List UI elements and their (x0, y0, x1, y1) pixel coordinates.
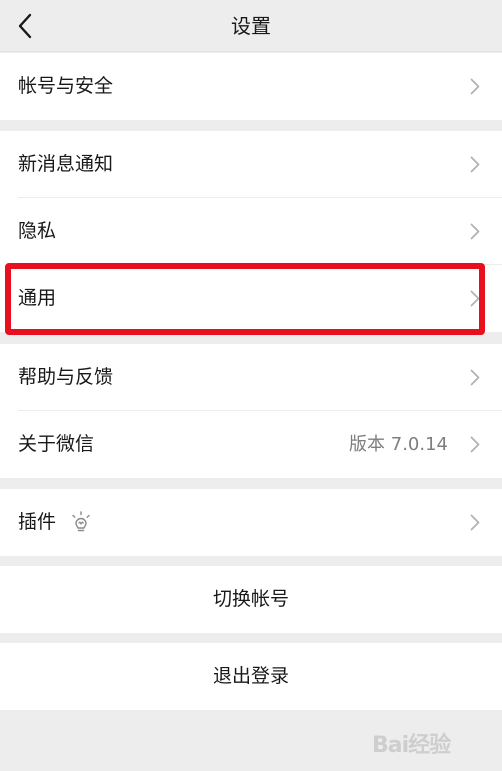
settings-item-label: 插件 (18, 511, 57, 533)
settings-group-help: 帮助与反馈 关于微信 版本 7.0.14 (0, 344, 502, 478)
page-title: 设置 (231, 14, 271, 38)
settings-item-plugins[interactable]: 插件 (0, 489, 502, 556)
settings-item-label: 关于微信 (18, 433, 95, 455)
settings-item-label: 帮助与反馈 (18, 366, 114, 388)
chevron-right-icon (470, 223, 480, 240)
settings-item-general[interactable]: 通用 (0, 265, 502, 332)
settings-item-label: 新消息通知 (18, 153, 114, 175)
logout-button[interactable]: 退出登录 (0, 643, 502, 710)
settings-item-new-message-notification[interactable]: 新消息通知 (0, 131, 502, 198)
settings-item-about-wechat[interactable]: 关于微信 版本 7.0.14 (0, 411, 502, 478)
switch-account-button[interactable]: 切换帐号 (0, 566, 502, 633)
lightbulb-icon (72, 511, 90, 532)
settings-item-account-security[interactable]: 帐号与安全 (0, 53, 502, 120)
chevron-right-icon (470, 514, 480, 531)
settings-item-label: 通用 (18, 287, 57, 309)
settings-item-privacy[interactable]: 隐私 (0, 198, 502, 265)
chevron-right-icon (470, 369, 480, 386)
navigation-bar: 设置 (0, 0, 502, 52)
chevron-right-icon (470, 436, 480, 453)
watermark-logo: Bai经验 (372, 721, 482, 758)
chevron-right-icon (470, 290, 480, 307)
watermark-text: Bai经验 (372, 733, 451, 758)
settings-group-account: 帐号与安全 (0, 53, 502, 120)
chevron-right-icon (470, 78, 480, 95)
settings-group-plugins: 插件 (0, 489, 502, 556)
settings-item-label: 隐私 (18, 220, 57, 242)
version-value: 版本 7.0.14 (349, 434, 448, 455)
settings-group-general: 新消息通知 隐私 通用 (0, 131, 502, 332)
settings-item-label: 帐号与安全 (18, 75, 114, 97)
settings-item-help-feedback[interactable]: 帮助与反馈 (0, 344, 502, 411)
chevron-right-icon (470, 156, 480, 173)
